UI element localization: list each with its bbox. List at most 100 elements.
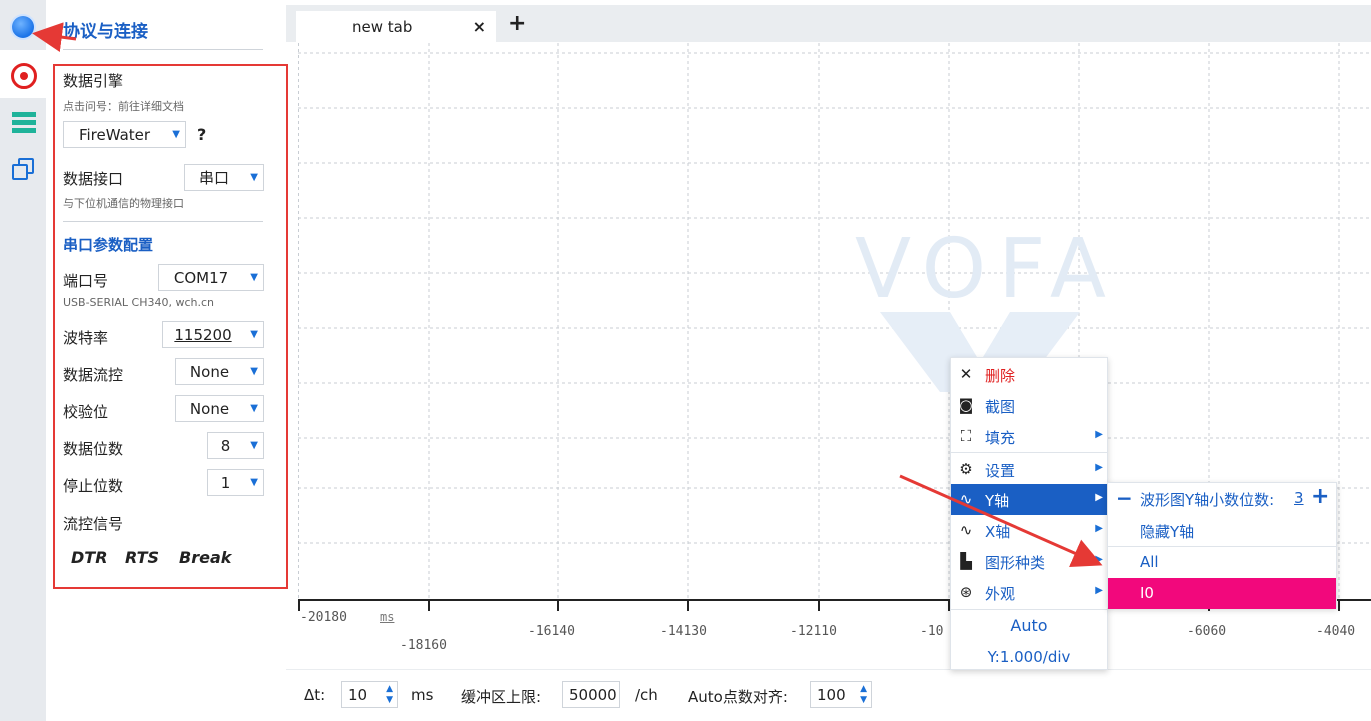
divider xyxy=(63,49,263,50)
port-dropdown[interactable]: COM17 ▼ xyxy=(158,264,264,291)
align-spinner[interactable]: 100 ▲ ▼ xyxy=(810,681,872,708)
engine-hint: 点击问号：前往详细文档 xyxy=(63,100,184,113)
menu-item-label: 填充 xyxy=(985,429,1016,447)
channel-i0-item[interactable]: I0 xyxy=(1108,578,1336,609)
menu-item-fill[interactable]: ⛶ 填充 ▶ xyxy=(951,421,1107,452)
x-axis-wave-icon: ∿ xyxy=(959,521,973,539)
menu-item-delete[interactable]: ✕ 删除 xyxy=(951,359,1107,390)
chevron-down-icon: ▼ xyxy=(250,172,258,183)
decimals-value[interactable]: 3 xyxy=(1294,489,1304,507)
add-tab-button[interactable]: + xyxy=(508,11,526,36)
chevron-right-icon: ▶ xyxy=(1095,523,1103,534)
menu-item-x-axis[interactable]: ∿ X轴 ▶ xyxy=(951,515,1107,546)
menu-item-settings[interactable]: ⚙ 设置 ▶ xyxy=(951,454,1107,485)
palette-icon: ⊛ xyxy=(959,583,973,601)
auto-button[interactable]: Auto xyxy=(951,616,1107,635)
y-axis-submenu: − 波形图Y轴小数位数: 3 + 隐藏Y轴 All I0 xyxy=(1107,482,1337,609)
panel-title: 协议与连接 xyxy=(63,22,148,42)
engine-label: 数据引擎 xyxy=(63,72,124,90)
chevron-right-icon: ▶ xyxy=(1095,585,1103,596)
chevron-right-icon: ▶ xyxy=(1095,554,1103,565)
flowctl-value: None xyxy=(189,362,230,381)
y-axis-wave-icon: ∿ xyxy=(959,490,973,508)
menu-item-chart-type[interactable]: ▙ 图形种类 ▶ xyxy=(951,546,1107,577)
dtr-button[interactable]: DTR xyxy=(71,548,108,567)
port-label: 端口号 xyxy=(63,272,109,290)
menu-item-appearance[interactable]: ⊛ 外观 ▶ xyxy=(951,577,1107,608)
close-icon[interactable]: × xyxy=(473,17,486,36)
hide-y-axis-label: 隐藏Y轴 xyxy=(1140,523,1195,541)
stopbits-value: 1 xyxy=(220,473,231,492)
chevron-right-icon: ▶ xyxy=(1095,462,1103,473)
connection-status-icon[interactable] xyxy=(12,16,34,38)
rts-button[interactable]: RTS xyxy=(125,548,159,567)
align-value: 100 xyxy=(817,685,846,704)
interface-label: 数据接口 xyxy=(63,170,124,188)
chevron-down-icon: ▼ xyxy=(250,366,258,377)
windows-icon[interactable] xyxy=(12,158,36,182)
tab-label: new tab xyxy=(352,18,413,36)
databits-dropdown[interactable]: 8 ▼ xyxy=(207,432,264,459)
channel-i0-label: I0 xyxy=(1140,584,1154,602)
interface-hint: 与下位机通信的物理接口 xyxy=(63,197,184,210)
close-icon: ✕ xyxy=(959,365,973,383)
stopbits-dropdown[interactable]: 1 ▼ xyxy=(207,469,264,496)
menu-item-screenshot[interactable]: ◙ 截图 xyxy=(951,390,1107,421)
databits-label: 数据位数 xyxy=(63,440,124,458)
record-icon[interactable] xyxy=(11,63,37,89)
channel-all-label: All xyxy=(1140,553,1159,571)
buffer-input[interactable]: 50000 xyxy=(562,681,620,708)
menu-divider xyxy=(951,609,1107,610)
interface-value: 串口 xyxy=(198,169,229,187)
stopbits-label: 停止位数 xyxy=(63,477,124,495)
chevron-down-icon: ▼ xyxy=(250,440,258,451)
list-icon[interactable] xyxy=(12,112,36,134)
flowctl-label: 数据流控 xyxy=(63,366,124,384)
watermark-logo: VOFA xyxy=(855,222,1118,317)
menu-item-y-axis[interactable]: ∿ Y轴 ▶ xyxy=(951,484,1107,515)
port-value: COM17 xyxy=(173,268,229,287)
engine-dropdown[interactable]: FireWater ▼ xyxy=(63,121,186,148)
baud-dropdown[interactable]: 115200 ▼ xyxy=(162,321,264,348)
dt-spinner[interactable]: 10 ▲ ▼ xyxy=(341,681,398,708)
y-scale-readout: Y:1.000/div xyxy=(987,648,1071,666)
x-tick-label: -18160 xyxy=(400,638,447,653)
databits-value: 8 xyxy=(220,436,231,455)
chevron-down-icon: ▼ xyxy=(250,403,258,414)
x-tick xyxy=(428,599,430,611)
break-button[interactable]: Break xyxy=(179,548,231,567)
hide-y-axis-item[interactable]: 隐藏Y轴 xyxy=(1108,515,1336,546)
spinner-arrows-icon[interactable]: ▲ ▼ xyxy=(860,684,867,706)
x-tick xyxy=(557,599,559,611)
help-icon[interactable]: ? xyxy=(197,125,206,144)
context-menu: ✕ 删除 ◙ 截图 ⛶ 填充 ▶ ⚙ 设置 ▶ ∿ Y轴 ▶ ∿ X轴 ▶ ▙ … xyxy=(950,357,1108,670)
x-tick-label: -20180 xyxy=(300,610,347,625)
parity-dropdown[interactable]: None ▼ xyxy=(175,395,264,422)
align-label: Auto点数对齐: xyxy=(688,688,788,706)
serial-section-title: 串口参数配置 xyxy=(63,236,154,254)
dt-value: 10 xyxy=(348,685,368,704)
screenshot-icon: ◙ xyxy=(958,396,974,414)
chevron-right-icon: ▶ xyxy=(1095,492,1103,503)
buffer-value: 50000 xyxy=(569,685,617,704)
dt-label: Δt: xyxy=(304,686,326,704)
minus-icon[interactable]: − xyxy=(1116,486,1133,510)
flowctl-dropdown[interactable]: None ▼ xyxy=(175,358,264,385)
x-tick-label: -10 xyxy=(920,624,944,639)
menu-item-label: 截图 xyxy=(985,398,1016,416)
parity-value: None xyxy=(189,399,230,418)
tab-new[interactable]: new tab × xyxy=(296,11,496,42)
chevron-down-icon: ▼ xyxy=(250,272,258,283)
decimals-row: − 波形图Y轴小数位数: 3 + xyxy=(1108,483,1336,514)
chevron-down-icon: ▼ xyxy=(250,329,258,340)
baud-label: 波特率 xyxy=(63,329,109,347)
x-tick-label: -12110 xyxy=(790,624,837,639)
menu-item-label: 图形种类 xyxy=(985,554,1046,572)
menu-item-label: X轴 xyxy=(985,523,1011,541)
interface-dropdown[interactable]: 串口 ▼ xyxy=(184,164,264,191)
plus-icon[interactable]: + xyxy=(1311,484,1329,509)
fill-icon: ⛶ xyxy=(960,427,972,445)
spinner-arrows-icon[interactable]: ▲ ▼ xyxy=(386,684,393,706)
channel-all-item[interactable]: All xyxy=(1108,547,1336,578)
x-tick xyxy=(818,599,820,611)
